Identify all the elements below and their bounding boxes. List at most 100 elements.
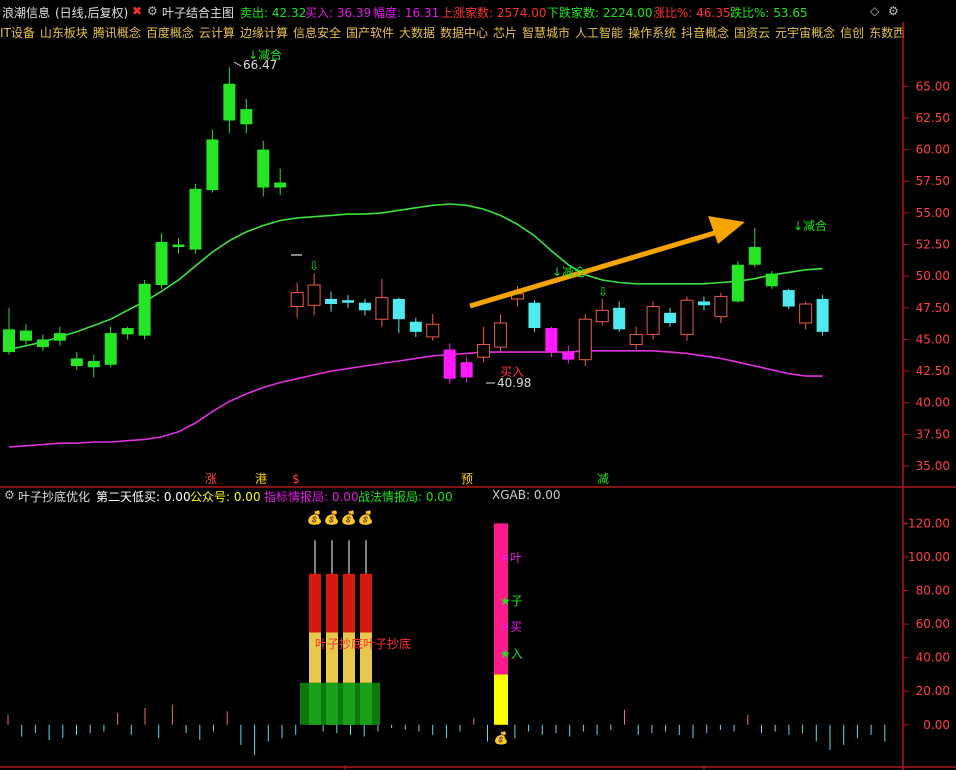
chart-annotation: 买入 [500,365,524,379]
candle-body [697,301,710,306]
candlestick[interactable] [578,314,592,367]
stack-red [309,573,321,633]
candle-body [240,109,253,125]
candlestick[interactable] [409,317,422,337]
y-tick-label: 62.50 [916,111,950,125]
candlestick[interactable] [358,298,371,316]
candlestick[interactable] [375,278,389,327]
candle-body [595,309,609,323]
chart-canvas[interactable]: 65.00 62.50 60.00 57.50 55.00 52.50 50.00 47.50… [0,0,956,770]
candlestick[interactable] [494,314,508,353]
candle-body [477,344,491,358]
candle-body [426,323,440,338]
down-arrow-icon: ⇩ [598,285,608,299]
signal-column-base [494,674,508,725]
candlestick[interactable] [240,98,253,134]
candle-body [613,307,626,330]
candlestick[interactable] [562,345,575,364]
candlestick[interactable] [799,301,813,330]
candlestick[interactable] [477,326,491,363]
candle-body [19,330,32,341]
candle-body [206,139,219,191]
y-tick-label: 45.00 [916,332,950,346]
candle-body [290,292,304,308]
candlestick[interactable] [121,326,134,340]
candle-body [342,300,354,303]
candlestick[interactable] [782,288,795,310]
kline-workspace[interactable]: 浪潮信息 (日线,后复权) ✖ ⚙ 叶子结合主图 卖出: 42.32 买入: 36.39 幅度… [0,0,956,770]
candlestick[interactable] [138,279,151,340]
y-tick-label: 47.50 [916,301,950,315]
candlestick[interactable] [595,298,609,326]
candlestick[interactable] [613,301,626,332]
money-bag-icon: 💰 [324,510,340,526]
candlestick[interactable] [3,307,15,355]
candlestick[interactable] [426,314,440,341]
bottom-signal-stack[interactable] [360,540,372,725]
chart-annotation: ↓减合 [793,218,827,233]
candle-body [460,362,473,378]
candle-body [189,188,202,250]
bottom-signal-stack[interactable] [343,540,355,725]
candle-body [629,333,643,346]
candle-body [375,297,389,320]
candle-body [714,295,728,318]
candlestick[interactable] [664,307,677,327]
candlestick[interactable] [87,354,100,378]
candlestick[interactable] [680,296,694,341]
candlestick[interactable] [731,260,744,303]
candlestick[interactable] [206,129,219,193]
signal-mark: 港 [255,472,267,486]
candlestick[interactable] [697,296,710,311]
candle-body [664,312,677,323]
stack-green [309,682,321,725]
candlestick[interactable] [714,292,728,323]
candlestick[interactable] [325,291,338,312]
candlestick[interactable] [629,326,643,350]
candlestick[interactable] [223,67,236,134]
stack-red [360,573,372,633]
money-bag-icon: 💰 [307,510,323,526]
candlestick[interactable] [816,295,829,336]
candle-body [87,360,100,368]
candle-body [307,284,321,306]
candlestick[interactable] [443,343,456,384]
candlestick[interactable] [528,300,541,332]
candlestick[interactable] [392,297,405,334]
candlestick[interactable] [104,326,117,368]
candlestick[interactable] [460,357,473,383]
candlestick[interactable] [765,271,778,289]
y-tick-label: 52.50 [916,238,950,252]
candle-body [494,322,508,348]
candlestick[interactable] [274,168,287,196]
candle-body [782,290,795,307]
stack-red [326,573,338,633]
candle-body [70,358,83,367]
candlestick[interactable] [342,295,354,308]
y-tick-label: 80.00 [916,584,950,598]
column-label: ★子 [500,594,523,608]
y-tick-label: 40.00 [916,396,950,410]
bottom-signal-stack[interactable] [309,540,321,725]
candle-body [731,264,744,302]
candlestick[interactable] [155,233,168,289]
candlestick[interactable] [19,324,32,345]
column-label: ★入 [500,647,523,661]
y-tick-label: 65.00 [916,79,950,93]
candlestick[interactable] [53,326,66,346]
money-bag-icon: 💰 [494,731,509,745]
candlestick[interactable] [290,282,304,318]
candlestick[interactable] [70,352,83,370]
stack-green [326,682,338,725]
candlestick[interactable] [36,334,49,351]
candlestick[interactable] [172,238,185,254]
candle-body [223,83,236,121]
chart-annotation: ↓减仓 [552,265,586,279]
candlestick[interactable] [257,140,270,197]
candlestick[interactable] [307,273,321,316]
candle-body [274,182,287,188]
bottom-signal-stack[interactable] [326,540,338,725]
candlestick[interactable] [748,228,761,268]
candlestick[interactable] [189,183,202,254]
candlestick[interactable] [646,301,660,340]
